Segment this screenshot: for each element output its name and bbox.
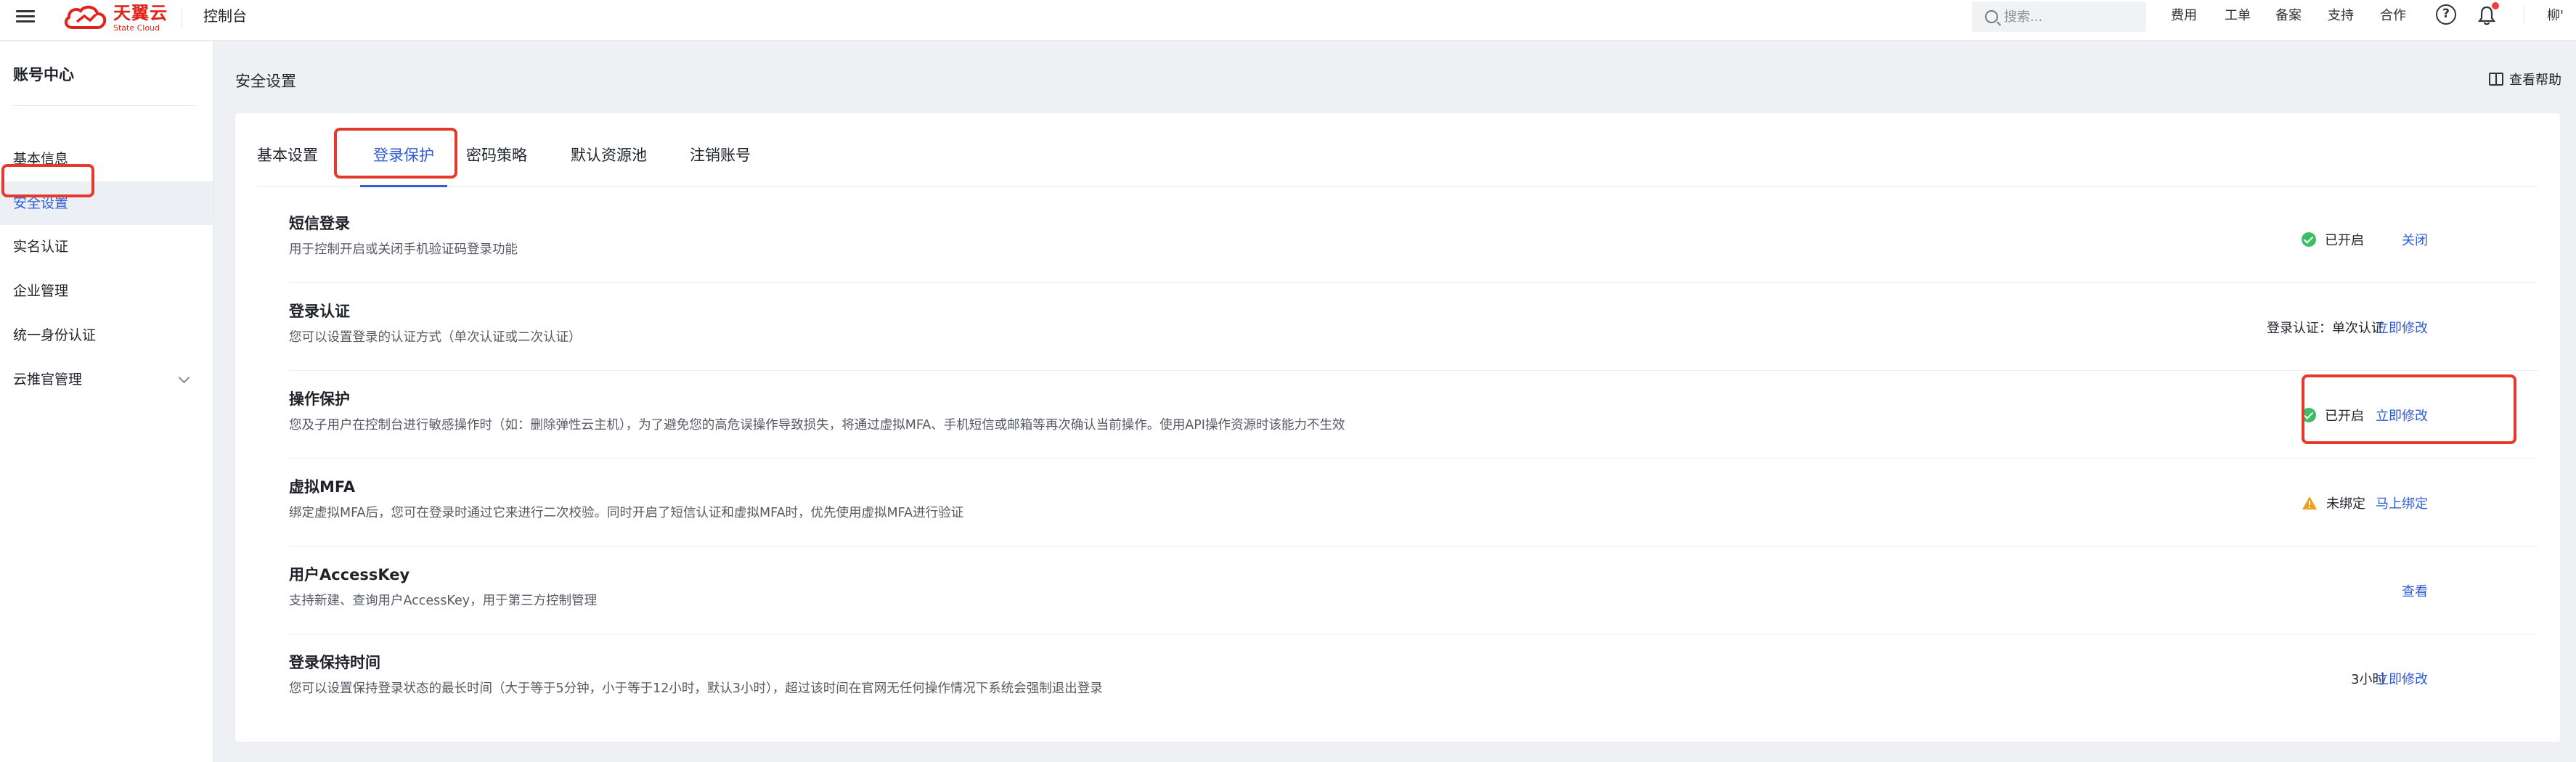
setting-row-virtual-mfa: 虚拟MFA 绑定虚拟MFA后，您可在登录时通过它来进行二次校验。同时开启了短信认… <box>289 459 2538 546</box>
tab-label: 密码策略 <box>466 147 527 164</box>
menu-icon[interactable] <box>16 7 35 26</box>
help-link-label: 查看帮助 <box>2509 73 2561 88</box>
setting-title: 登录认证 <box>289 303 350 320</box>
sidebar-item-unified-identity[interactable]: 统一身份认证 <box>0 314 213 357</box>
bind-now-button[interactable]: 马上绑定 <box>2376 459 2428 546</box>
setting-title: 虚拟MFA <box>289 478 356 496</box>
status-text: 未绑定 <box>2326 496 2365 512</box>
tab-default-resource-pool[interactable]: 默认资源池 <box>571 129 647 187</box>
status-auth-mode: 登录认证：单次认证 <box>2267 284 2384 371</box>
nav-filing[interactable]: 备案 <box>2275 7 2302 25</box>
setting-title: 用户AccessKey <box>289 566 410 583</box>
setting-row-operation-protection: 操作保护 您及子用户在控制台进行敏感操作时（如：删除弹性云主机），为了避免您的高… <box>289 372 2538 459</box>
notification-dot <box>2492 2 2499 9</box>
sidebar-item-basic-info[interactable]: 基本信息 <box>0 137 213 181</box>
status-enabled: 已开启 <box>2302 372 2364 459</box>
status-text: 已开启 <box>2325 409 2364 424</box>
logo-text: 天翼云 <box>113 3 168 23</box>
help-link[interactable]: 查看帮助 <box>2489 70 2561 89</box>
search-box[interactable] <box>1972 1 2146 32</box>
logo[interactable]: 天翼云 State Cloud <box>62 3 168 33</box>
setting-title: 操作保护 <box>289 390 350 408</box>
logo-subtext: State Cloud <box>113 23 160 33</box>
sidebar-title: 账号中心 <box>13 66 74 83</box>
check-circle-icon <box>2302 232 2316 247</box>
sidebar-item-label: 安全设置 <box>13 195 69 211</box>
settings-card: 基本设置 登录保护 密码策略 默认资源池 注销账号 短信登录 用于控制开启或关闭… <box>235 113 2560 742</box>
setting-desc: 您可以设置登录的认证方式（单次认证或二次认证） <box>289 330 582 345</box>
tab-label: 注销账号 <box>690 147 751 164</box>
setting-desc: 您及子用户在控制台进行敏感操作时（如：删除弹性云主机），为了避免您的高危误操作导… <box>289 418 1345 433</box>
user-menu[interactable]: 柳' <box>2547 7 2564 25</box>
nav-billing[interactable]: 费用 <box>2171 7 2197 25</box>
tab-login-protection[interactable]: 登录保护 <box>360 129 447 187</box>
sidebar: 账号中心 基本信息 安全设置 实名认证 企业管理 统一身份认证 云推官管理 <box>0 41 213 762</box>
setting-desc: 绑定虚拟MFA后，您可在登录时通过它来进行二次校验。同时开启了短信认证和虚拟MF… <box>289 506 964 520</box>
modify-button[interactable]: 立即修改 <box>2376 372 2428 459</box>
page-title: 安全设置 <box>235 73 296 90</box>
console-title[interactable]: 控制台 <box>203 7 247 25</box>
setting-desc: 您可以设置保持登录状态的最长时间（大于等于5分钟，小于等于12小时，默认3小时）… <box>289 681 1103 696</box>
sidebar-item-security-settings[interactable]: 安全设置 <box>0 181 213 225</box>
tab-bar: 基本设置 登录保护 密码策略 默认资源池 注销账号 <box>257 129 2538 187</box>
sidebar-item-label: 企业管理 <box>13 283 69 299</box>
tab-cancel-account[interactable]: 注销账号 <box>690 129 751 187</box>
tab-label: 默认资源池 <box>571 147 647 164</box>
tab-underline <box>360 185 447 187</box>
setting-title: 登录保持时间 <box>289 654 380 671</box>
status-text: 登录认证：单次认证 <box>2267 321 2384 336</box>
search-input[interactable] <box>2004 9 2135 25</box>
view-button[interactable]: 查看 <box>2402 547 2428 634</box>
setting-row-session-duration: 登录保持时间 您可以设置保持登录状态的最长时间（大于等于5分钟，小于等于12小时… <box>289 635 2538 722</box>
sidebar-item-label: 云推官管理 <box>13 372 83 388</box>
search-icon <box>1985 10 1998 23</box>
nav-partner[interactable]: 合作 <box>2380 7 2406 25</box>
setting-title: 短信登录 <box>289 215 350 232</box>
book-icon <box>2489 73 2503 86</box>
modify-button[interactable]: 立即修改 <box>2376 284 2428 371</box>
setting-row-login-auth: 登录认证 您可以设置登录的认证方式（单次认证或二次认证） 登录认证：单次认证 立… <box>289 284 2538 371</box>
nav-support[interactable]: 支持 <box>2328 7 2354 25</box>
warning-icon <box>2302 496 2317 509</box>
status-unbound: 未绑定 <box>2302 459 2365 546</box>
tab-basic-settings[interactable]: 基本设置 <box>257 129 318 187</box>
chevron-down-icon[interactable] <box>178 372 190 384</box>
setting-desc: 用于控制开启或关闭手机验证码登录功能 <box>289 242 518 257</box>
sidebar-item-label: 实名认证 <box>13 239 69 255</box>
tab-label: 登录保护 <box>373 147 434 164</box>
setting-desc: 支持新建、查询用户AccessKey，用于第三方控制管理 <box>289 594 598 608</box>
sidebar-item-enterprise[interactable]: 企业管理 <box>0 269 213 313</box>
top-bar: 天翼云 State Cloud 控制台 费用 工单 备案 支持 合作 ? 柳' <box>0 0 2576 41</box>
sidebar-item-promoter[interactable]: 云推官管理 <box>0 358 213 401</box>
help-icon[interactable]: ? <box>2436 4 2456 25</box>
nav-tickets[interactable]: 工单 <box>2225 7 2251 25</box>
divider <box>13 105 196 106</box>
modify-button[interactable]: 立即修改 <box>2376 635 2428 722</box>
setting-row-accesskey: 用户AccessKey 支持新建、查询用户AccessKey，用于第三方控制管理… <box>289 547 2538 634</box>
sidebar-item-label: 统一身份认证 <box>13 327 97 343</box>
check-circle-icon <box>2302 408 2316 422</box>
status-enabled: 已开启 <box>2302 196 2364 283</box>
tab-password-policy[interactable]: 密码策略 <box>466 129 527 187</box>
status-text: 已开启 <box>2325 233 2364 248</box>
sidebar-item-label: 基本信息 <box>13 151 69 167</box>
disable-button[interactable]: 关闭 <box>2402 196 2428 283</box>
setting-row-sms-login: 短信登录 用于控制开启或关闭手机验证码登录功能 已开启 关闭 <box>289 196 2538 283</box>
cloud-logo-icon <box>64 5 107 29</box>
tab-label: 基本设置 <box>257 147 318 164</box>
sidebar-item-real-name[interactable]: 实名认证 <box>0 225 213 269</box>
